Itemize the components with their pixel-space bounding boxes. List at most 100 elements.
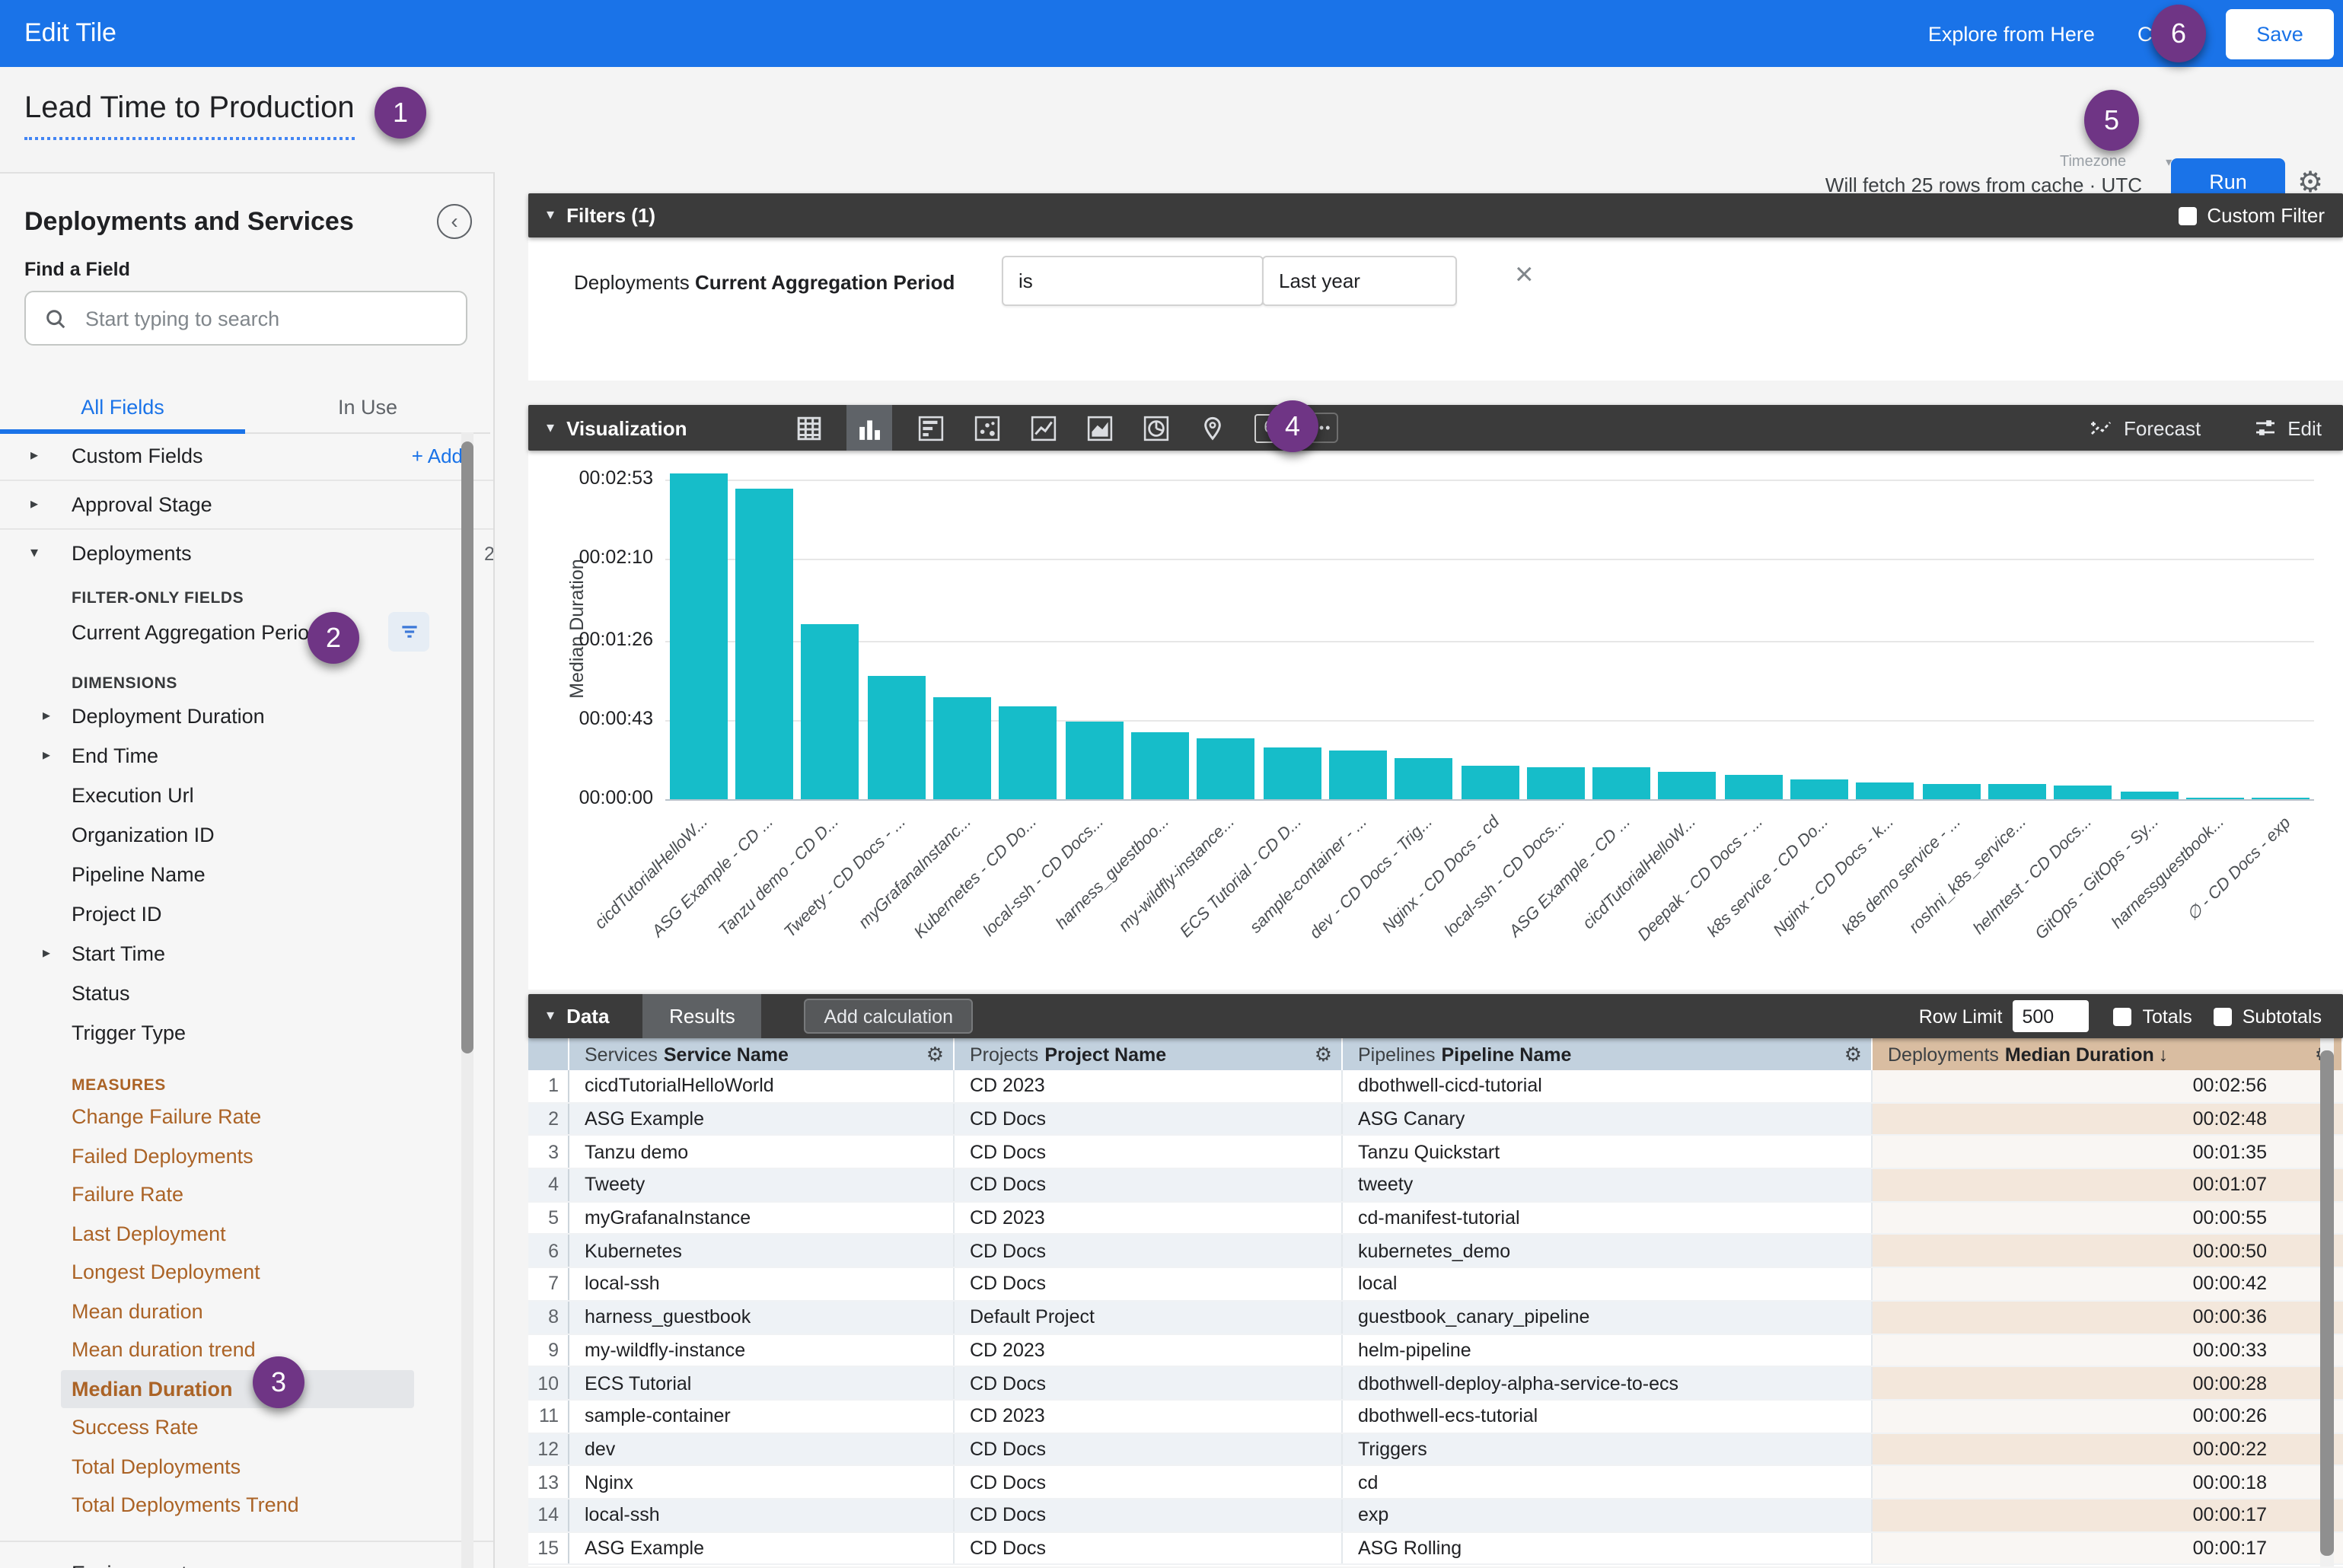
viz-type-column-icon[interactable] bbox=[847, 405, 893, 451]
add-custom-field-button[interactable]: + Add bbox=[412, 445, 463, 467]
visualization-section-header[interactable]: Visualization bbox=[528, 405, 2343, 451]
column-header[interactable]: PipelinesPipeline Name⚙ bbox=[1343, 1038, 1873, 1070]
group-clipped[interactable]: Environments bbox=[0, 1549, 493, 1568]
field-item[interactable]: Start Time bbox=[0, 933, 493, 973]
field-item[interactable]: Last Deployment bbox=[0, 1214, 493, 1253]
bar[interactable] bbox=[1988, 785, 2046, 799]
forecast-button[interactable]: Forecast bbox=[2089, 416, 2201, 440]
group-approval-stage[interactable]: Approval Stage bbox=[0, 481, 493, 530]
bar[interactable] bbox=[1527, 768, 1585, 799]
bar[interactable] bbox=[2120, 792, 2178, 799]
table-row[interactable]: 12devCD DocsTriggers00:00:22 bbox=[528, 1433, 2343, 1466]
bar[interactable] bbox=[867, 675, 925, 799]
bar[interactable] bbox=[1725, 775, 1783, 799]
bar[interactable] bbox=[2252, 798, 2310, 799]
bar[interactable] bbox=[735, 489, 793, 799]
field-item[interactable]: Change Failure Rate bbox=[0, 1098, 493, 1136]
table-row[interactable]: 13NginxCD Docscd00:00:18 bbox=[528, 1467, 2343, 1499]
table-row[interactable]: 9my-wildfly-instanceCD 2023helm-pipeline… bbox=[528, 1334, 2343, 1367]
add-calculation-button[interactable]: Add calculation bbox=[804, 999, 973, 1034]
viz-type-scatter-icon[interactable] bbox=[969, 405, 1006, 451]
subtotals-toggle[interactable]: Subtotals bbox=[2214, 1005, 2322, 1027]
field-item[interactable]: Failed Deployments bbox=[0, 1136, 493, 1175]
field-item[interactable]: Status bbox=[0, 973, 493, 1012]
tab-results[interactable]: Results bbox=[642, 994, 761, 1038]
viz-type-pie-icon[interactable] bbox=[1138, 405, 1175, 451]
column-header[interactable]: ProjectsProject Name⚙ bbox=[955, 1038, 1343, 1070]
column-gear-icon[interactable]: ⚙ bbox=[1315, 1042, 1332, 1066]
group-deployments[interactable]: Deployments 2 bbox=[0, 530, 493, 577]
sidebar-scrollbar-thumb[interactable] bbox=[461, 441, 473, 1053]
collapse-sidebar-icon[interactable] bbox=[437, 204, 472, 239]
viz-type-map-icon[interactable] bbox=[1194, 405, 1231, 451]
bar[interactable] bbox=[669, 473, 727, 799]
search-input[interactable] bbox=[82, 305, 438, 331]
field-current-aggregation-period[interactable]: Current Aggregation Period bbox=[0, 610, 493, 653]
bar[interactable] bbox=[1065, 722, 1123, 799]
group-custom-fields[interactable]: Custom Fields + Add bbox=[0, 432, 493, 481]
table-row[interactable]: 2ASG ExampleCD DocsASG Canary00:02:48 bbox=[528, 1103, 2343, 1136]
filters-section-header[interactable]: Filters (1) Custom Filter bbox=[528, 193, 2343, 237]
bar[interactable] bbox=[1263, 747, 1321, 799]
tab-in-use[interactable]: In Use bbox=[245, 388, 490, 432]
column-header[interactable]: ServicesService Name⚙ bbox=[569, 1038, 955, 1070]
table-row[interactable]: 8harness_guestbookDefault Projectguestbo… bbox=[528, 1302, 2343, 1334]
field-item[interactable]: End Time bbox=[0, 735, 493, 775]
totals-checkbox[interactable] bbox=[2113, 1007, 2131, 1025]
save-button[interactable]: Save bbox=[2226, 8, 2334, 59]
bar[interactable] bbox=[1131, 733, 1189, 799]
field-item[interactable]: Mean duration bbox=[0, 1292, 493, 1331]
viz-edit-button[interactable]: Edit bbox=[2252, 416, 2322, 440]
bar[interactable] bbox=[933, 697, 991, 799]
field-item[interactable]: Failure Rate bbox=[0, 1175, 493, 1214]
subtotals-checkbox[interactable] bbox=[2214, 1007, 2232, 1025]
tab-all-fields[interactable]: All Fields bbox=[0, 388, 245, 432]
table-row[interactable]: 15ASG ExampleCD DocsASG Rolling00:00:17 bbox=[528, 1532, 2343, 1565]
table-row[interactable]: 3Tanzu demoCD DocsTanzu Quickstart00:01:… bbox=[528, 1136, 2343, 1169]
remove-filter-icon[interactable] bbox=[1515, 259, 1534, 291]
viz-type-bar-icon[interactable] bbox=[913, 405, 949, 451]
table-row[interactable]: 14local-sshCD Docsexp00:00:17 bbox=[528, 1499, 2343, 1532]
field-item[interactable]: Pipeline Name bbox=[0, 854, 493, 894]
bar[interactable] bbox=[1395, 759, 1452, 799]
timezone-dropdown[interactable]: Timezone▾ bbox=[2060, 154, 2172, 171]
bar[interactable] bbox=[1857, 782, 1914, 799]
field-item[interactable]: Project ID bbox=[0, 894, 493, 933]
field-item[interactable]: Success Rate bbox=[0, 1408, 493, 1447]
totals-toggle[interactable]: Totals bbox=[2113, 1005, 2192, 1027]
field-item[interactable]: Deployment Duration bbox=[0, 696, 493, 735]
table-row[interactable]: 6KubernetesCD Docskubernetes_demo00:00:5… bbox=[528, 1235, 2343, 1268]
table-scrollbar-thumb[interactable] bbox=[2320, 1050, 2334, 1556]
explore-from-here-link[interactable]: Explore from Here bbox=[1928, 22, 2095, 45]
field-item[interactable]: Median Duration bbox=[61, 1369, 414, 1408]
table-row[interactable]: 1cicdTutorialHelloWorldCD 2023dbothwell-… bbox=[528, 1070, 2343, 1103]
table-row[interactable]: 11sample-containerCD 2023dbothwell-ecs-t… bbox=[528, 1401, 2343, 1433]
table-row[interactable]: 7local-sshCD Docslocal00:00:42 bbox=[528, 1268, 2343, 1301]
table-row[interactable]: 10ECS TutorialCD Docsdbothwell-deploy-al… bbox=[528, 1367, 2343, 1400]
field-item[interactable]: Total Deployments Trend bbox=[0, 1486, 493, 1525]
table-row[interactable]: 5myGrafanaInstanceCD 2023cd-manifest-tut… bbox=[528, 1203, 2343, 1235]
tile-title-input[interactable]: Lead Time to Production bbox=[24, 91, 355, 140]
bar[interactable] bbox=[1592, 768, 1650, 799]
viz-type-area-icon[interactable] bbox=[1082, 405, 1118, 451]
field-item[interactable]: Organization ID bbox=[0, 814, 493, 854]
field-search-box[interactable] bbox=[24, 291, 467, 346]
custom-filter-checkbox[interactable] bbox=[2178, 206, 2196, 225]
field-item[interactable]: Execution Url bbox=[0, 775, 493, 814]
bar[interactable] bbox=[2055, 786, 2112, 799]
bar[interactable] bbox=[1922, 785, 1980, 799]
filter-by-field-button[interactable] bbox=[388, 612, 429, 652]
viz-type-line-icon[interactable] bbox=[1025, 405, 1062, 451]
data-section-header[interactable]: Data Results Add calculation Row Limit T… bbox=[528, 994, 2343, 1038]
bar[interactable] bbox=[999, 707, 1057, 800]
viz-type-table-icon[interactable] bbox=[791, 405, 827, 451]
bar[interactable] bbox=[802, 623, 859, 799]
field-item[interactable]: Longest Deployment bbox=[0, 1253, 493, 1292]
field-item[interactable]: Total Deployments bbox=[0, 1447, 493, 1486]
custom-filter-toggle[interactable]: Custom Filter bbox=[2178, 204, 2325, 227]
filter-value-input[interactable]: Last year bbox=[1262, 256, 1457, 306]
bar[interactable] bbox=[1659, 772, 1717, 799]
column-header[interactable]: DeploymentsMedian Duration↓⚙ bbox=[1873, 1038, 2343, 1070]
field-item[interactable]: Mean duration trend bbox=[0, 1331, 493, 1369]
column-gear-icon[interactable]: ⚙ bbox=[1844, 1042, 1862, 1066]
